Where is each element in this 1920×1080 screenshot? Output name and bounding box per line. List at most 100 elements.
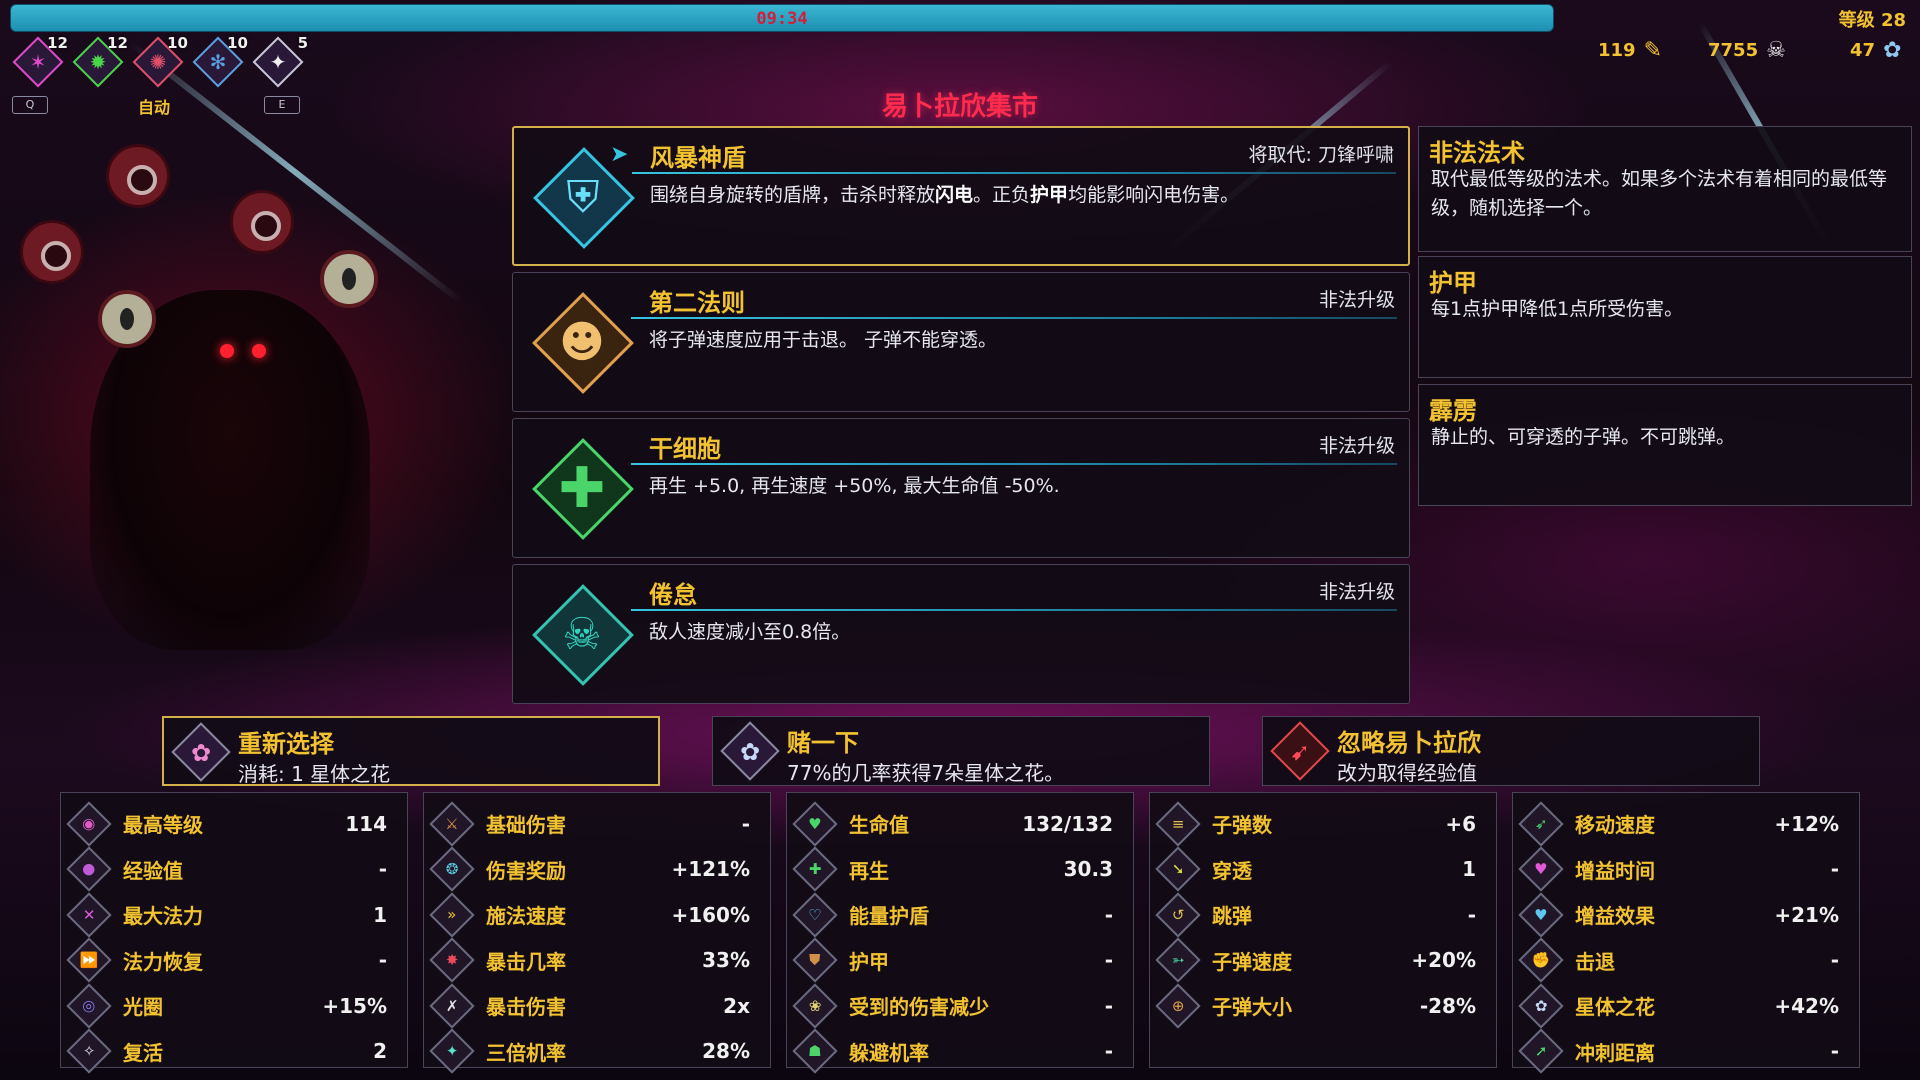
spell-slot[interactable]: ✶ 12 — [12, 34, 68, 88]
card-tag: 将取代: 刀锋呼啸 — [1248, 144, 1394, 166]
pierce-icon: ➘ — [1155, 846, 1201, 892]
stat-label: 击退 — [1575, 949, 1615, 974]
spell-slot[interactable]: ✦ 5 — [252, 34, 308, 88]
stellar-flower-counter: 47 ✿ — [1850, 38, 1902, 63]
white-shuriken-icon: ✦ — [269, 50, 287, 74]
wings-icon: ✧ — [66, 1028, 112, 1074]
action-title: 重新选择 — [238, 730, 334, 758]
stat-value: - — [1830, 857, 1839, 882]
skip-button[interactable]: ➹ 忽略易卜拉欣 改为取得经验值 — [1262, 716, 1760, 786]
upgrade-card[interactable]: ☠ 倦怠 非法升级 敌人速度减小至0.8倍。 — [512, 564, 1410, 704]
stat-value: - — [741, 811, 750, 836]
card-description: 敌人速度减小至0.8倍。 — [649, 621, 851, 643]
stat-row: ≡ 子弹数 +6 — [1155, 801, 1488, 847]
stellar-flower-icon: ✿ — [1518, 983, 1564, 1029]
triple-icon: ✦ — [429, 1028, 475, 1074]
critter-enemy — [106, 144, 170, 208]
stats-column: ≡ 子弹数 +6 ➘ 穿透 1 ↺ 跳弹 - ➳ 子弹速度 +20% ⊕ 子弹大小 -28% — [1149, 792, 1497, 1068]
stat-row: ● 经验值 - — [66, 846, 399, 893]
stat-label: 受到的伤害减少 — [849, 995, 989, 1020]
stat-label: 星体之花 — [1575, 995, 1655, 1020]
enemy-area — [0, 120, 420, 700]
boot-icon: ➶ — [1518, 801, 1564, 847]
stat-label: 生命值 — [849, 813, 909, 838]
stat-value: 2 — [373, 1039, 387, 1064]
spell-slot[interactable]: ✺ 10 — [132, 34, 188, 88]
stat-row: ✸ 暴击几率 33% — [429, 937, 762, 984]
stats-column: ⚔ 基础伤害 - ❂ 伤害奖励 +121% » 施法速度 +160% ✸ 暴击几率 33% ✗ 暴… — [423, 792, 771, 1074]
card-divider — [632, 172, 1396, 174]
dash-icon: ➚ — [1518, 1028, 1564, 1074]
card-description: 再生 +5.0, 再生速度 +50%, 最大生命值 -50%. — [649, 475, 1060, 497]
skull-icon: ☠ — [562, 608, 602, 660]
stat-row: ⚔ 基础伤害 - — [429, 801, 762, 847]
stat-value: +15% — [322, 993, 387, 1018]
gamble-button[interactable]: ✿ 赌一下 77%的几率获得7朵星体之花。 — [712, 716, 1210, 786]
critter-enemy — [230, 190, 294, 254]
stellar-flower-icon: ✿ — [739, 738, 761, 766]
stat-row: ✦ 三倍机率 28% — [429, 1028, 762, 1075]
stat-value: - — [378, 857, 387, 882]
stat-label: 基础伤害 — [486, 813, 566, 838]
brain-icon: ❂ — [429, 846, 475, 892]
stat-label: 增益效果 — [1575, 904, 1655, 929]
skull-counter: 7755 ☠ — [1708, 38, 1786, 63]
info-panel: 护甲 每1点护甲降低1点所受伤害。 — [1418, 256, 1912, 378]
bullets-icon: ≡ — [1155, 801, 1201, 847]
stat-value: - — [1467, 902, 1476, 927]
stat-label: 躲避机率 — [849, 1040, 929, 1065]
stats-column: ◉ 最高等级 114 ● 经验值 - ✕ 最大法力 1 ⏩ 法力恢复 - ◎ 光圈 +15% ✧ 复活… — [60, 792, 408, 1074]
reroll-button[interactable]: ✿ 重新选择 消耗: 1 星体之花 — [162, 716, 660, 786]
upgrade-card[interactable]: ☻ 第二法则 非法升级 将子弹速度应用于击退。 子弹不能穿透。 — [512, 272, 1410, 412]
stat-row: ↺ 跳弹 - — [1155, 892, 1488, 938]
stat-value: 28% — [702, 1039, 750, 1064]
green-cross-icon: ✚ — [558, 455, 606, 521]
stellar-flower-count: 47 — [1850, 40, 1876, 61]
stat-value: - — [1104, 902, 1113, 927]
info-description: 静止的、可穿透的子弹。不可跳弹。 — [1431, 426, 1736, 448]
pencil-counter: 119 ✎ — [1598, 38, 1662, 63]
stat-value: - — [1830, 948, 1839, 973]
spell-slot[interactable]: ✻ 10 — [192, 34, 248, 88]
card-title: 第二法则 — [649, 289, 745, 317]
stat-label: 子弹大小 — [1212, 995, 1292, 1020]
stat-row: ♡ 能量护盾 - — [792, 892, 1125, 938]
stat-label: 暴击伤害 — [486, 995, 566, 1020]
stat-value: 132/132 — [1022, 811, 1113, 836]
double-arrow-icon: » — [429, 892, 475, 938]
action-title: 赌一下 — [787, 729, 859, 757]
stat-value: 33% — [702, 948, 750, 973]
stat-label: 穿透 — [1212, 858, 1252, 883]
card-description: 围绕自身旋转的盾牌，击杀时释放闪电。正负护甲均能影响闪电伤害。 — [650, 180, 1388, 207]
stat-label: 再生 — [849, 858, 889, 883]
sword-icon: ⚔ — [429, 801, 475, 847]
claw-icon: ✗ — [429, 983, 475, 1029]
burst-icon: ✸ — [429, 937, 475, 983]
card-tag: 非法升级 — [1318, 581, 1395, 603]
action-description: 消耗: 1 星体之花 — [238, 762, 391, 786]
pencil-count: 119 — [1598, 40, 1636, 61]
spell-slot[interactable]: ✹ 12 — [72, 34, 128, 88]
timer-text: 09:34 — [756, 9, 808, 29]
stat-row: ⏩ 法力恢复 - — [66, 937, 399, 984]
stat-row: ❂ 伤害奖励 +121% — [429, 846, 762, 893]
cross-icon: ✚ — [792, 846, 838, 892]
stat-row: ✗ 暴击伤害 2x — [429, 983, 762, 1029]
stat-label: 能量护盾 — [849, 904, 929, 929]
stat-value: +21% — [1774, 902, 1839, 927]
stat-row: ✊ 击退 - — [1518, 937, 1851, 984]
face-mask-icon: ☻ — [559, 316, 605, 368]
stat-row: ♥ 增益时间 - — [1518, 846, 1851, 893]
card-description: 将子弹速度应用于击退。 子弹不能穿透。 — [649, 329, 998, 351]
flower-shield-icon: ❀ — [792, 983, 838, 1029]
stat-value: +121% — [671, 857, 750, 882]
upgrade-card[interactable]: ⛨ ➤ 风暴神盾 将取代: 刀锋呼啸 围绕自身旋转的盾牌，击杀时释放闪电。正负护… — [512, 126, 1410, 266]
timer-bar: 09:34 — [10, 4, 1554, 32]
orb-icon: ● — [66, 846, 112, 892]
red-eye — [220, 344, 234, 358]
upgrade-card[interactable]: ✚ 干细胞 非法升级 再生 +5.0, 再生速度 +50%, 最大生命值 -50… — [512, 418, 1410, 558]
info-panel: 非法法术 取代最低等级的法术。如果多个法术有着相同的最低等级，随机选择一个。 — [1418, 126, 1912, 252]
stat-row: ➚ 冲刺距离 - — [1518, 1028, 1851, 1075]
stat-value: 30.3 — [1063, 857, 1113, 882]
wing-bullet-icon: ➳ — [1155, 937, 1201, 983]
